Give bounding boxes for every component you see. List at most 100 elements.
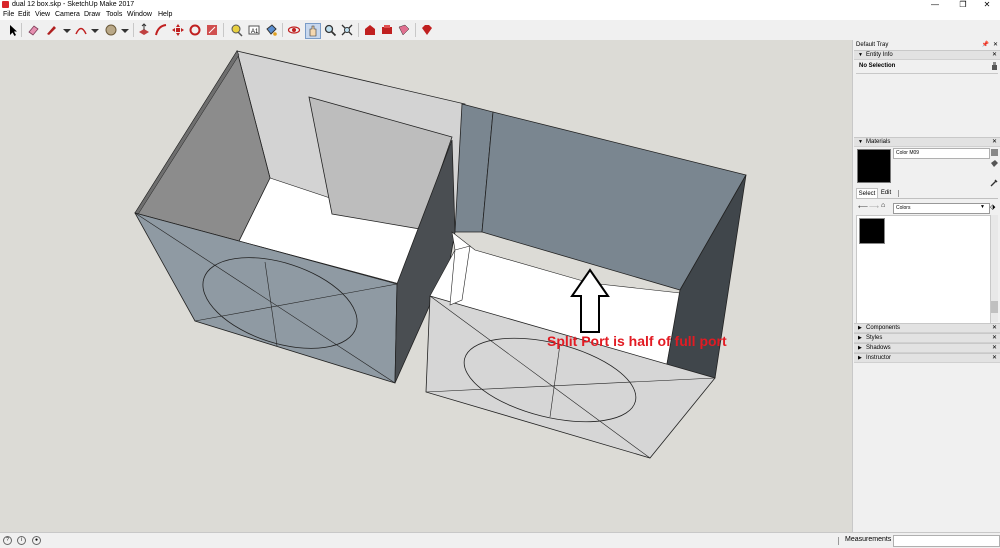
entity-options-icon[interactable]	[991, 62, 998, 70]
geo-location-icon[interactable]: ?	[3, 536, 12, 545]
select-icon[interactable]	[6, 23, 20, 37]
close-icon[interactable]: ✕	[992, 354, 997, 362]
collapse-triangle-icon: ▼	[858, 139, 863, 145]
close-tray-icon[interactable]: ✕	[993, 41, 998, 48]
scale-icon[interactable]	[205, 23, 219, 37]
share-icon[interactable]	[397, 23, 411, 37]
ruby-icon[interactable]	[420, 23, 434, 37]
back-arrow-icon[interactable]: ⟵	[858, 203, 868, 211]
material-library-select[interactable]: Colors	[893, 203, 990, 214]
scrollbar-thumb[interactable]	[991, 301, 998, 313]
rotate-icon[interactable]	[188, 23, 202, 37]
text-icon[interactable]: A1	[247, 23, 261, 37]
measurements-input[interactable]	[893, 535, 1000, 547]
expand-triangle-icon: ▶	[858, 355, 862, 361]
svg-text:A1: A1	[251, 29, 259, 35]
sample-paint-icon[interactable]	[990, 159, 999, 171]
minimize-button[interactable]: —	[922, 0, 948, 10]
menu-bar: File Edit View Camera Draw Tools Window …	[0, 10, 1000, 20]
material-swatch[interactable]	[859, 218, 885, 244]
menu-camera[interactable]: Camera	[55, 10, 80, 20]
toolbar-separator	[21, 23, 22, 37]
instructor-header[interactable]: ▶ Instructor ✕	[854, 353, 1000, 363]
expand-triangle-icon: ▶	[858, 345, 862, 351]
measurements-label: Measurements	[845, 536, 892, 543]
user-icon[interactable]: ●	[32, 536, 41, 545]
zoom-icon[interactable]	[323, 23, 337, 37]
modeling-viewport[interactable]: Split Port is half of full port	[0, 40, 852, 532]
pin-icon[interactable]: 📌	[982, 41, 989, 48]
menu-tools[interactable]: Tools	[106, 10, 122, 20]
panel-divider	[856, 73, 998, 74]
close-icon[interactable]: ✕	[992, 344, 997, 352]
close-icon[interactable]: ✕	[992, 324, 997, 332]
menu-window[interactable]: Window	[127, 10, 152, 20]
close-icon[interactable]: ✕	[992, 138, 997, 146]
close-icon[interactable]: ✕	[992, 51, 997, 59]
details-icon[interactable]: ⬗	[990, 203, 995, 211]
default-tray: Default Tray 📌 ✕ ▼ Entity Info ✕ No Sele…	[852, 40, 1000, 532]
chevron-down-icon[interactable]	[60, 23, 74, 37]
sketchup-logo-icon	[2, 1, 9, 8]
forward-arrow-icon[interactable]: ⟶	[869, 203, 879, 211]
materials-header[interactable]: ▼ Materials ✕	[854, 137, 1000, 147]
toolbar-separator	[223, 23, 224, 37]
toolbar-separator	[415, 23, 416, 37]
chevron-down-icon[interactable]	[118, 23, 132, 37]
status-bar: ? i ● Measurements	[0, 532, 1000, 548]
toolbar: A1	[0, 20, 1000, 41]
tab-baseline	[856, 198, 998, 199]
eraser-icon[interactable]	[26, 23, 40, 37]
entity-info-header[interactable]: ▼ Entity Info ✕	[854, 50, 1000, 60]
tab-divider	[898, 190, 899, 197]
tape-measure-icon[interactable]	[230, 23, 244, 37]
toolbar-separator	[282, 23, 283, 37]
swatch-scrollbar[interactable]	[991, 215, 998, 322]
toolbar-separator	[358, 23, 359, 37]
close-button[interactable]: ✕	[974, 0, 1000, 10]
arc-icon[interactable]	[74, 23, 88, 37]
zoom-extents-icon[interactable]	[340, 23, 354, 37]
expand-triangle-icon: ▶	[858, 325, 862, 331]
follow-me-icon[interactable]	[154, 23, 168, 37]
credits-icon[interactable]: i	[17, 536, 26, 545]
status-divider	[838, 537, 839, 545]
tray-title: Default Tray	[856, 42, 889, 48]
menu-edit[interactable]: Edit	[18, 10, 30, 20]
material-name-field[interactable]: Color M09	[893, 148, 990, 159]
push-pull-icon[interactable]	[137, 23, 151, 37]
3d-model-canvas[interactable]: Split Port is half of full port	[0, 40, 852, 532]
shadows-header[interactable]: ▶ Shadows ✕	[854, 343, 1000, 353]
toolbar-separator	[133, 23, 134, 37]
paint-bucket-icon[interactable]	[264, 23, 278, 37]
material-swatch-grid	[856, 215, 991, 324]
collapse-triangle-icon: ▼	[858, 52, 863, 58]
maximize-button[interactable]: ❐	[950, 0, 976, 10]
warehouse-icon[interactable]	[363, 23, 377, 37]
pencil-icon[interactable]	[44, 23, 58, 37]
shape-icon[interactable]	[104, 23, 118, 37]
close-icon[interactable]: ✕	[992, 334, 997, 342]
styles-header[interactable]: ▶ Styles ✕	[854, 333, 1000, 343]
entity-selection-label: No Selection	[859, 63, 896, 69]
expand-triangle-icon: ▶	[858, 335, 862, 341]
annotation-text: Split Port is half of full port	[547, 333, 727, 349]
extension-icon[interactable]	[380, 23, 394, 37]
current-material-swatch[interactable]	[857, 149, 891, 183]
chevron-down-icon[interactable]: ▼	[980, 204, 985, 210]
create-material-icon[interactable]	[990, 148, 999, 157]
menu-file[interactable]: File	[3, 10, 14, 20]
menu-draw[interactable]: Draw	[84, 10, 100, 20]
window-title: dual 12 box.skp - SketchUp Make 2017	[12, 1, 135, 8]
chevron-down-icon[interactable]	[88, 23, 102, 37]
tab-edit[interactable]: Edit	[878, 188, 894, 198]
title-bar: dual 12 box.skp - SketchUp Make 2017 — ❐…	[0, 0, 1000, 10]
orbit-icon[interactable]	[287, 23, 301, 37]
eyedropper-icon[interactable]	[990, 178, 999, 187]
home-icon[interactable]: ⌂	[881, 202, 885, 209]
pan-icon[interactable]	[305, 23, 321, 39]
components-header[interactable]: ▶ Components ✕	[854, 323, 1000, 333]
menu-help[interactable]: Help	[158, 10, 172, 20]
menu-view[interactable]: View	[35, 10, 50, 20]
move-icon[interactable]	[171, 23, 185, 37]
